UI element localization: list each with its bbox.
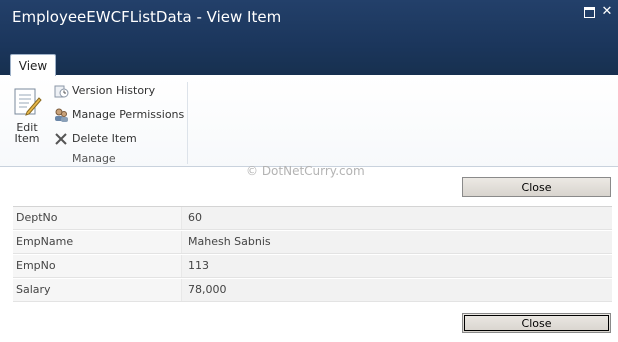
version-history-icon	[54, 85, 69, 98]
close-button-bottom[interactable]: Close	[462, 313, 611, 333]
manage-permissions-button[interactable]: Manage Permissions	[53, 106, 184, 124]
field-value: 113	[181, 255, 612, 277]
window-titlebar: EmployeeEWCFListData - View Item ✕ View	[0, 0, 618, 77]
delete-item-label: Delete Item	[72, 132, 137, 145]
ribbon-group-label: Manage	[72, 152, 116, 165]
delete-icon	[55, 133, 67, 145]
edit-item-button[interactable]: Edit Item	[8, 86, 46, 146]
edit-item-label-2: Item	[14, 132, 40, 145]
version-history-button[interactable]: Version History	[53, 82, 155, 100]
watermark: © DotNetCurry.com	[246, 164, 365, 178]
item-fields-table: DeptNo 60 EmpName Mahesh Sabnis EmpNo 11…	[13, 206, 612, 303]
manage-permissions-label: Manage Permissions	[72, 108, 185, 121]
maximize-icon[interactable]	[583, 7, 595, 18]
field-label: EmpNo	[13, 255, 181, 277]
version-history-label: Version History	[72, 84, 156, 97]
field-label: DeptNo	[13, 207, 181, 229]
close-icon[interactable]: ✕	[601, 5, 613, 18]
table-row: EmpNo 113	[13, 255, 612, 278]
tab-view[interactable]: View	[10, 54, 56, 77]
close-button-top[interactable]: Close	[462, 177, 611, 197]
window-title: EmployeeEWCFListData - View Item	[12, 8, 282, 26]
table-row: EmpName Mahesh Sabnis	[13, 231, 612, 254]
table-row: DeptNo 60	[13, 207, 612, 230]
edit-item-icon	[14, 88, 42, 116]
table-row: Salary 78,000	[13, 279, 612, 302]
field-value: 60	[181, 207, 612, 229]
field-value: Mahesh Sabnis	[181, 231, 612, 253]
ribbon-group-divider	[187, 82, 188, 164]
manage-permissions-icon	[55, 108, 68, 122]
field-label: Salary	[13, 279, 181, 301]
field-value: 78,000	[181, 279, 612, 301]
field-label: EmpName	[13, 231, 181, 253]
delete-item-button[interactable]: Delete Item	[53, 130, 137, 148]
